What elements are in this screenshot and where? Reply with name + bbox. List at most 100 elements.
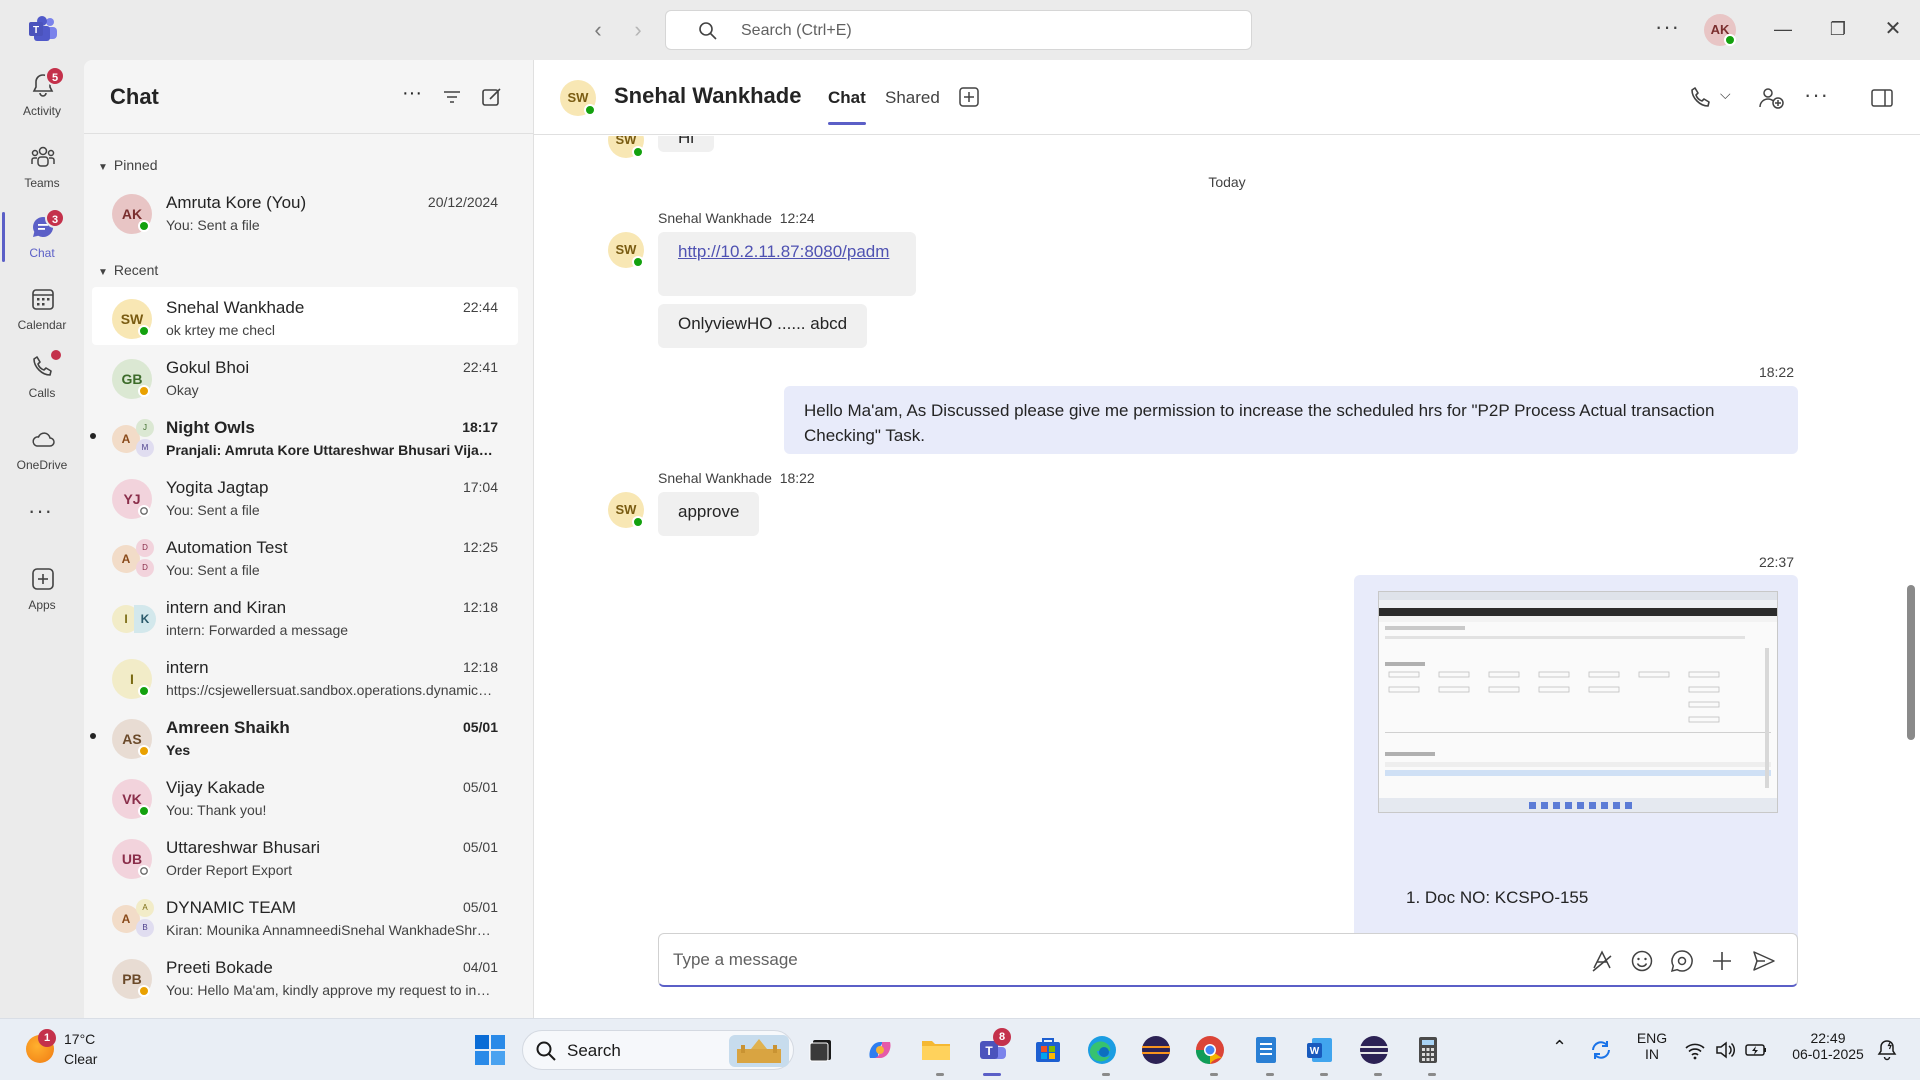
rail-item-onedrive[interactable]: OneDrive xyxy=(0,420,84,486)
minimize-icon[interactable]: — xyxy=(1768,14,1798,44)
edge-browser-icon[interactable] xyxy=(1084,1032,1120,1068)
word-icon[interactable]: W xyxy=(1302,1032,1338,1068)
sync-icon[interactable] xyxy=(1588,1037,1614,1063)
chat-row-yogita-jagtap[interactable]: YJ Yogita Jagtap You: Sent a file 17:04 xyxy=(92,467,518,525)
more-options-icon[interactable]: ··· xyxy=(1655,14,1680,40)
chat-row-intern[interactable]: I intern https://csjewellersuat.sandbox.… xyxy=(92,647,518,705)
recent-section-toggle[interactable]: ▼ Recent xyxy=(98,262,158,278)
battery-charging-icon[interactable] xyxy=(1744,1039,1768,1061)
message-bubble[interactable]: Hi xyxy=(658,136,715,152)
chat-row-snehal-wankhade[interactable]: SW Snehal Wankhade ok krtey me checl 22:… xyxy=(92,287,518,345)
open-side-panel-icon[interactable] xyxy=(1869,85,1895,111)
chat-name: Vijay Kakade xyxy=(166,778,265,797)
group-avatar-sub: A xyxy=(136,899,154,917)
chat-time: 20/12/2024 xyxy=(427,194,498,210)
tab-shared[interactable]: Shared xyxy=(885,88,940,108)
windows-start-icon[interactable] xyxy=(472,1032,508,1068)
chat-row-preeti-bokade[interactable]: PB Preeti Bokade You: Hello Ma'am, kindl… xyxy=(92,947,518,1005)
user-avatar[interactable]: AK xyxy=(1704,14,1736,46)
weather-badge: 1 xyxy=(38,1029,56,1047)
call-options-chevron-down-icon[interactable]: ⌵ xyxy=(1720,86,1731,103)
rail-item-activity[interactable]: 5 Activity xyxy=(0,66,84,132)
group-avatar-sub: D xyxy=(136,559,154,577)
eclipse-ide-icon[interactable] xyxy=(1138,1032,1174,1068)
rail-more-apps[interactable]: ··· xyxy=(0,496,84,536)
show-hidden-icons-chevron-up-icon[interactable]: ⌃ xyxy=(1552,1037,1567,1058)
contact-avatar[interactable]: SW xyxy=(560,80,596,116)
chrome-browser-icon[interactable] xyxy=(1192,1032,1228,1068)
section-label: Pinned xyxy=(113,157,158,173)
add-people-icon[interactable] xyxy=(1758,85,1784,111)
task-view-icon[interactable] xyxy=(804,1032,840,1068)
chat-time: 22:41 xyxy=(462,359,498,375)
emoji-icon[interactable] xyxy=(1629,948,1655,974)
message-bubble[interactable]: approve xyxy=(658,492,760,536)
close-icon[interactable]: ✕ xyxy=(1878,14,1908,44)
rail-item-teams[interactable]: Teams xyxy=(0,138,84,204)
contact-name[interactable]: Snehal Wankhade xyxy=(614,83,801,109)
notifications-do-not-disturb-icon[interactable] xyxy=(1876,1039,1898,1061)
chat-row-gokul-bhoi[interactable]: GB Gokul Bhoi Okay 22:41 xyxy=(92,347,518,405)
eclipse-ide-second-icon[interactable] xyxy=(1356,1032,1392,1068)
add-tab-icon[interactable] xyxy=(958,86,980,108)
chat-row-vijay-kakade[interactable]: VK Vijay Kakade You: Thank you! 05/01 xyxy=(92,767,518,825)
rail-item-chat[interactable]: 3 Chat xyxy=(0,208,84,274)
add-attachment-icon[interactable] xyxy=(1709,948,1735,974)
message-scrollbar[interactable] xyxy=(1907,585,1915,740)
notepad-icon[interactable] xyxy=(1248,1032,1284,1068)
chat-name: Preeti Bokade xyxy=(166,958,273,977)
chat-list-panel: Chat ··· ▼ Pinned AK Amruta Kore (You) Yo… xyxy=(84,60,534,1018)
message-bubble[interactable]: OnlyviewHO ...... abcd xyxy=(658,304,868,348)
rail-item-calls[interactable]: Calls xyxy=(0,348,84,414)
send-icon[interactable] xyxy=(1751,948,1777,974)
running-indicator xyxy=(1428,1073,1436,1076)
chat-row-intern-and-kiran[interactable]: I K intern and Kiran intern: Forwarded a… xyxy=(92,587,518,645)
clock[interactable]: 22:49 06-01-2025 xyxy=(1778,1030,1878,1062)
copilot-icon[interactable] xyxy=(862,1032,898,1068)
chat-row-dynamic-team[interactable]: A A B DYNAMIC TEAM Kiran: Mounika Annamn… xyxy=(92,887,518,945)
microsoft-store-icon[interactable] xyxy=(1030,1032,1066,1068)
message-bubble[interactable]: http://10.2.11.87:8080/padm xyxy=(658,232,916,296)
more-options-icon[interactable]: ··· xyxy=(1804,82,1829,108)
chat-row-uttareshwar-bhusari[interactable]: UB Uttareshwar Bhusari Order Report Expo… xyxy=(92,827,518,885)
message-link[interactable]: http://10.2.11.87:8080/padm xyxy=(678,242,889,261)
pinned-section-toggle[interactable]: ▼ Pinned xyxy=(98,157,158,173)
rail-item-apps[interactable]: Apps xyxy=(0,560,84,626)
chat-row-amreen-shaikh[interactable]: AS Amreen Shaikh Yes 05/01 xyxy=(90,707,518,765)
chat-name: Snehal Wankhade xyxy=(166,298,305,317)
call-icon[interactable] xyxy=(1688,85,1714,111)
screenshot-thumbnail-image xyxy=(1379,592,1777,812)
back-arrow-icon[interactable]: ‹ xyxy=(584,16,612,44)
chat-name: Night Owls xyxy=(166,418,255,437)
teams-logo-icon[interactable]: T xyxy=(28,16,58,42)
global-search-box[interactable]: Search (Ctrl+E) xyxy=(665,10,1252,50)
chat-row-night-owls[interactable]: A J M Night Owls Pranjali: Amruta Kore U… xyxy=(90,407,518,465)
restore-icon[interactable]: ❐ xyxy=(1823,14,1853,44)
loop-component-icon[interactable] xyxy=(1669,948,1695,974)
filter-icon[interactable] xyxy=(441,86,463,108)
section-label: Recent xyxy=(113,262,159,278)
language-indicator[interactable]: ENG IN xyxy=(1632,1030,1672,1062)
chat-row-automation-test[interactable]: A D D Automation Test You: Sent a file 1… xyxy=(92,527,518,585)
file-explorer-icon[interactable] xyxy=(918,1032,954,1068)
app-rail: 5 Activity Teams 3 Chat Calendar Calls O… xyxy=(0,60,84,1018)
message-input[interactable] xyxy=(673,948,1553,972)
forward-arrow-icon[interactable]: › xyxy=(624,16,652,44)
chat-row-amruta-kore[interactable]: AK Amruta Kore (You) You: Sent a file 20… xyxy=(92,182,518,240)
volume-icon[interactable] xyxy=(1714,1039,1736,1061)
chat-preview: Yes xyxy=(166,742,191,758)
rail-item-calendar[interactable]: Calendar xyxy=(0,280,84,346)
weather-widget[interactable]: 1 17°C Clear xyxy=(24,1029,134,1071)
more-options-icon[interactable]: ··· xyxy=(402,82,424,104)
message-bubble-outgoing-image[interactable]: 1. Doc NO: KCSPO-155 xyxy=(1354,575,1798,952)
format-text-icon[interactable] xyxy=(1589,948,1615,974)
tab-chat[interactable]: Chat xyxy=(828,88,866,125)
taskbar-search[interactable]: Search xyxy=(522,1030,794,1070)
wifi-icon[interactable] xyxy=(1684,1039,1706,1061)
chat-preview: You: Sent a file xyxy=(166,562,260,578)
calculator-icon[interactable] xyxy=(1410,1032,1446,1068)
screenshot-attachment[interactable] xyxy=(1378,591,1778,813)
message-bubble-outgoing[interactable]: Hello Ma'am, As Discussed please give me… xyxy=(784,386,1798,454)
new-chat-icon[interactable] xyxy=(481,86,503,108)
unread-dot xyxy=(90,733,96,739)
